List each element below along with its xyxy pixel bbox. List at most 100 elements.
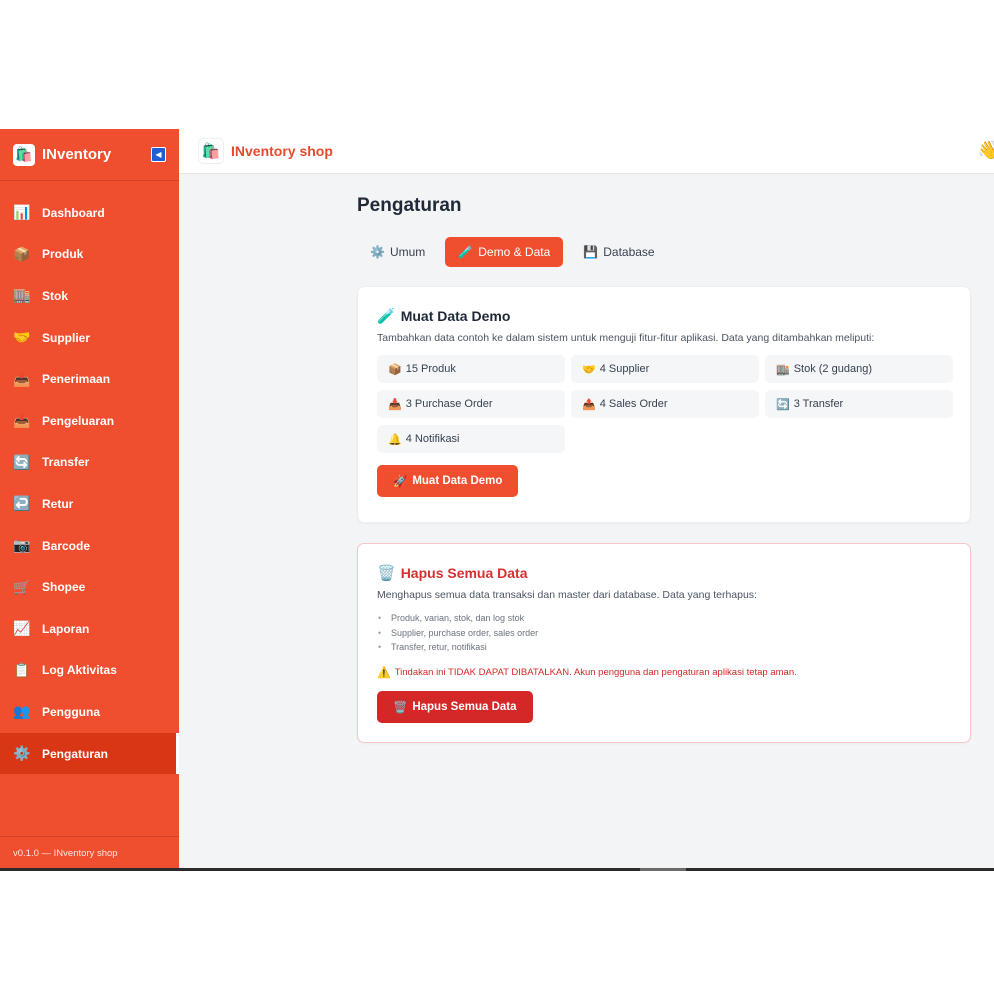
demo-item: 📥 3 Purchase Order [377,390,565,418]
camera-icon: 📷 [13,537,31,554]
return-icon: ↩️ [13,495,31,512]
demo-data-card: 🧪 Muat Data Demo Tambahkan data contoh ke… [357,286,971,523]
sidebar-item-pengeluaran[interactable]: 📤 Pengeluaran [0,400,179,442]
demo-item: 🔄 3 Transfer [765,390,953,418]
tab-demo-data[interactable]: 🧪 Demo & Data [445,237,564,267]
tab-label: Umum [389,245,426,259]
demo-item-label: 15 Produk [405,363,456,375]
sidebar-nav: 📊 Dashboard 📦 Produk 🏬 Stok 🤝 Supplier 📥 Pene… [0,192,179,775]
sidebar-item-label: Pengeluaran [42,413,115,428]
sidebar-item-supplier[interactable]: 🤝 Supplier [0,317,179,359]
sidebar-item-label: Pengaturan [42,746,109,761]
sidebar-title: INventory [42,146,112,163]
test-tube-icon: 🧪 [458,245,474,259]
caret-left-icon: ◀ [155,150,162,159]
gear-icon: ⚙️ [13,745,31,762]
sidebar-item-label: Produk [42,247,84,262]
users-icon: 👥 [13,703,31,720]
demo-item-label: Stok (2 gudang) [793,363,872,375]
load-demo-button-label: Muat Data Demo [412,475,503,487]
chart-icon: 📊 [13,204,31,221]
warning-icon: ⚠️ [377,666,391,679]
package-icon: 📦 [13,245,31,262]
list-item: Supplier, purchase order, sales order [377,628,951,643]
test-tube-icon: 🧪 [377,308,396,325]
delete-all-data-button[interactable]: 🗑️ Hapus Semua Data [377,690,533,723]
inbox-icon: 📥 [388,398,402,411]
tab-umum[interactable]: ⚙️ Umum [357,237,438,267]
sidebar-item-pengaturan[interactable]: ⚙️ Pengaturan [0,732,179,775]
sidebar-item-label: Stok [42,288,69,303]
handshake-icon: 🤝 [13,329,31,346]
sidebar-item-label: Penerimaan [42,372,111,387]
sidebar-item-label: Transfer [42,455,90,470]
package-icon: 📦 [388,363,402,376]
app-window: 🛍️ INventory ◀ 📊 Dashboard 📦 Produk 🏬 Stok … [0,129,994,870]
handshake-icon: 🤝 [582,363,596,376]
irreversible-warning: ⚠️ Tindakan ini TIDAK DAPAT DIBATALKAN. A… [377,666,951,679]
outbox-icon: 📤 [13,412,31,429]
demo-item-label: 4 Notifikasi [405,433,460,445]
sidebar-footer: v0.1.0 — INventory shop [0,836,179,870]
collapse-sidebar-button[interactable]: ◀ [151,147,166,162]
rocket-icon: 🚀 [393,476,408,488]
demo-items-grid: 📦 15 Produk 🤝 4 Supplier 🏬 Stok (2 gudang) … [377,355,953,453]
sidebar-item-log-aktivitas[interactable]: 📋 Log Aktivitas [0,650,179,692]
sidebar-item-pengguna[interactable]: 👥 Pengguna [0,691,179,733]
demo-card-title: 🧪 Muat Data Demo [377,307,951,325]
sidebar-item-retur[interactable]: ↩️ Retur [0,483,179,525]
delete-data-card: 🗑️ Hapus Semua Data Menghapus semua data … [357,543,971,743]
sidebar-item-label: Shopee [42,580,86,595]
cart-icon: 🛒 [13,578,31,595]
shop-name: INventory shop [231,143,333,159]
sidebar-item-penerimaan[interactable]: 📥 Penerimaan [0,358,179,400]
sidebar-item-transfer[interactable]: 🔄 Transfer [0,442,179,484]
demo-item: 📤 4 Sales Order [571,390,759,418]
sidebar-item-label: Pengguna [42,704,101,719]
gear-icon: ⚙️ [370,245,385,259]
danger-card-title: 🗑️ Hapus Semua Data [377,564,951,582]
sidebar-item-label: Supplier [42,330,91,345]
bell-icon: 🔔 [388,433,402,446]
sidebar-item-barcode[interactable]: 📷 Barcode [0,525,179,567]
delete-all-button-label: Hapus Semua Data [412,700,517,713]
clipboard-icon: 📋 [13,661,31,678]
user-avatar-icon[interactable]: 👋 [978,140,994,161]
demo-item-label: 4 Supplier [599,363,650,375]
main-content: Pengaturan ⚙️ Umum 🧪 Demo & Data 💾 Database… [357,195,971,743]
trash-icon: 🗑️ [377,565,396,582]
trend-icon: 📈 [13,620,31,637]
outbox-icon: 📤 [582,398,596,411]
demo-item: 🏬 Stok (2 gudang) [765,355,953,383]
refresh-icon: 🔄 [13,453,31,470]
demo-description: Tambahkan data contoh ke dalam sistem un… [377,332,875,344]
demo-item-label: 3 Purchase Order [405,398,493,410]
tab-label: Demo & Data [478,245,551,259]
sidebar-item-dashboard[interactable]: 📊 Dashboard [0,192,179,234]
window-bottom-edge [0,868,994,871]
sidebar-item-stok[interactable]: 🏬 Stok [0,275,179,317]
trash-icon: 🗑️ [393,701,408,714]
sidebar-item-label: Log Aktivitas [42,663,117,678]
sidebar-item-shopee[interactable]: 🛒 Shopee [0,566,179,608]
settings-tabs: ⚙️ Umum 🧪 Demo & Data 💾 Database [357,237,971,267]
refresh-icon: 🔄 [776,398,790,411]
inbox-icon: 📥 [13,370,31,387]
demo-item: 🤝 4 Supplier [571,355,759,383]
danger-title-text: Hapus Semua Data [400,565,528,581]
page-title: Pengaturan [357,195,462,216]
sidebar-item-laporan[interactable]: 📈 Laporan [0,608,179,650]
sidebar-item-label: Dashboard [42,205,105,220]
floppy-disk-icon: 💾 [583,245,599,259]
sidebar: 🛍️ INventory ◀ 📊 Dashboard 📦 Produk 🏬 Stok … [0,129,179,870]
deleted-data-list: Produk, varian, stok, dan log stok Suppl… [377,613,951,657]
load-demo-button[interactable]: 🚀 Muat Data Demo [377,465,519,497]
scroll-indicator [640,868,686,871]
warehouse-icon: 🏬 [13,287,31,304]
sidebar-item-label: Retur [42,496,74,511]
sidebar-item-label: Barcode [42,538,91,553]
tab-database[interactable]: 💾 Database [570,237,667,267]
sidebar-item-produk[interactable]: 📦 Produk [0,234,179,276]
warehouse-icon: 🏬 [776,363,790,376]
demo-item-label: 3 Transfer [793,398,844,410]
